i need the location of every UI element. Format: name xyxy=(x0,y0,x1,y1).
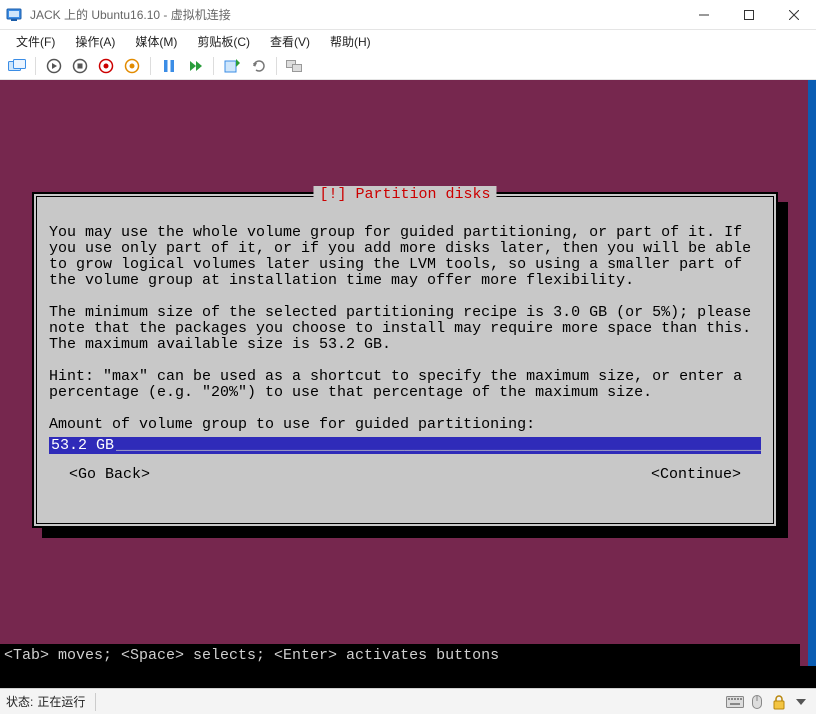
partition-dialog: [!] Partition disks You may use the whol… xyxy=(32,192,778,528)
keyboard-icon xyxy=(726,693,744,711)
toolbar-separator xyxy=(150,57,151,75)
dialog-title: [!] Partition disks xyxy=(313,186,496,203)
menu-clipboard[interactable]: 剪贴板(C) xyxy=(187,31,260,52)
status-divider xyxy=(95,693,96,711)
maximize-button[interactable] xyxy=(726,0,771,30)
dialog-prompt: Amount of volume group to use for guided… xyxy=(49,416,535,433)
menu-file[interactable]: 文件(F) xyxy=(6,31,65,52)
pause-button[interactable] xyxy=(158,55,180,77)
vm-screen[interactable]: [!] Partition disks You may use the whol… xyxy=(0,80,816,688)
shutdown-button[interactable] xyxy=(95,55,117,77)
minimize-button[interactable] xyxy=(681,0,726,30)
menu-action[interactable]: 操作(A) xyxy=(65,31,125,52)
reset-button[interactable] xyxy=(184,55,206,77)
ctrl-alt-del-button[interactable] xyxy=(6,55,28,77)
dialog-para2: The minimum size of the selected partiti… xyxy=(49,304,760,353)
dialog-buttons: <Go Back> <Continue> xyxy=(49,466,761,483)
menu-bar: 文件(F) 操作(A) 媒体(M) 剪贴板(C) 查看(V) 帮助(H) xyxy=(0,30,816,52)
volume-size-value: 53.2 GB xyxy=(49,437,116,454)
status-value: 正在运行 xyxy=(37,693,85,710)
dialog-para3: Hint: "max" can be used as a shortcut to… xyxy=(49,368,751,401)
toolbar xyxy=(0,52,816,80)
window-controls xyxy=(681,0,816,30)
start-button[interactable] xyxy=(43,55,65,77)
toolbar-separator xyxy=(276,57,277,75)
menu-media[interactable]: 媒体(M) xyxy=(125,31,187,52)
toolbar-separator xyxy=(35,57,36,75)
mouse-icon xyxy=(748,693,766,711)
continue-button[interactable]: <Continue> xyxy=(651,466,741,483)
enhanced-session-button[interactable] xyxy=(284,55,306,77)
window-title: JACK 上的 Ubuntu16.10 - 虚拟机连接 xyxy=(28,6,681,23)
chevron-down-icon[interactable] xyxy=(792,693,810,711)
dialog-para1: You may use the whole volume group for g… xyxy=(49,224,760,289)
input-fill: ________________________________________… xyxy=(116,437,761,454)
checkpoint-button[interactable] xyxy=(221,55,243,77)
go-back-button[interactable]: <Go Back> xyxy=(69,466,150,483)
title-bar: JACK 上的 Ubuntu16.10 - 虚拟机连接 xyxy=(0,0,816,30)
volume-size-input[interactable]: 53.2 GB_________________________________… xyxy=(49,437,761,454)
status-label: 状态: xyxy=(6,693,33,710)
keyboard-hint: <Tab> moves; <Space> selects; <Enter> ac… xyxy=(0,644,800,666)
app-icon xyxy=(6,7,22,23)
vm-desktop: [!] Partition disks You may use the whol… xyxy=(0,80,816,666)
toolbar-separator xyxy=(213,57,214,75)
lock-icon xyxy=(770,693,788,711)
menu-view[interactable]: 查看(V) xyxy=(260,31,320,52)
revert-button[interactable] xyxy=(247,55,269,77)
turnoff-button[interactable] xyxy=(69,55,91,77)
dialog-body: You may use the whole volume group for g… xyxy=(49,209,761,433)
status-bar: 状态: 正在运行 xyxy=(0,688,816,714)
close-button[interactable] xyxy=(771,0,816,30)
menu-help[interactable]: 帮助(H) xyxy=(320,31,381,52)
save-button[interactable] xyxy=(121,55,143,77)
